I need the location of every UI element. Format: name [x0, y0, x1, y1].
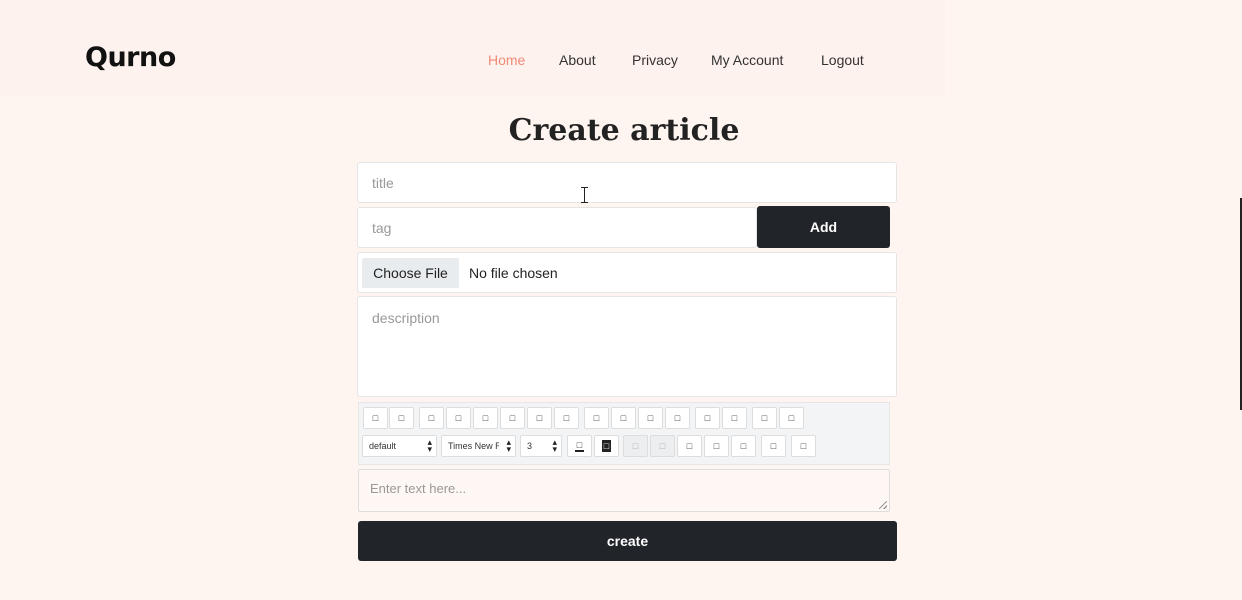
italic-icon[interactable]: □: [389, 407, 414, 429]
font-select-value: Times New Roman: [448, 441, 499, 451]
strikethrough-icon[interactable]: □: [446, 407, 471, 429]
underline-icon[interactable]: □: [419, 407, 444, 429]
highlight-color-icon[interactable]: □: [594, 435, 619, 457]
nav-privacy[interactable]: Privacy: [632, 52, 678, 68]
align-right-icon[interactable]: □: [638, 407, 663, 429]
text-cursor-icon: [581, 187, 588, 203]
nav-my-account[interactable]: My Account: [711, 52, 783, 68]
ordered-list-icon[interactable]: □: [527, 407, 552, 429]
select-arrows-icon: ▴ ▾: [506, 437, 511, 454]
font-select[interactable]: Times New Roman ▴▾: [441, 435, 516, 457]
undo-icon[interactable]: □: [623, 435, 648, 457]
table-icon[interactable]: □: [704, 435, 729, 457]
tag-input[interactable]: tag: [357, 207, 757, 248]
superscript-icon[interactable]: □: [473, 407, 498, 429]
tag-placeholder: tag: [372, 219, 392, 236]
editor-placeholder: Enter text here...: [370, 481, 467, 496]
outdent-icon[interactable]: □: [722, 407, 747, 429]
fullscreen-icon[interactable]: □: [791, 435, 816, 457]
description-textarea[interactable]: description: [357, 296, 897, 397]
file-status: No file chosen: [469, 265, 558, 281]
redo-icon[interactable]: □: [650, 435, 675, 457]
editor-toolbar: □ □ □ □ □ □ □ □ □ □ □ □ □ □ □ □ default …: [358, 402, 890, 465]
size-select-value: 3: [527, 441, 533, 451]
align-left-icon[interactable]: □: [584, 407, 609, 429]
page-title: Create article: [508, 113, 740, 148]
description-placeholder: description: [372, 310, 440, 326]
format-select[interactable]: default ▴ ▾: [362, 435, 437, 457]
subscript-icon[interactable]: □: [500, 407, 525, 429]
nav-logout[interactable]: Logout: [821, 52, 864, 68]
nav-about[interactable]: About: [559, 52, 596, 68]
title-placeholder: title: [372, 174, 394, 191]
code-icon[interactable]: □: [731, 435, 756, 457]
resize-grip-icon[interactable]: [879, 501, 887, 509]
file-input[interactable]: Choose File No file chosen: [357, 252, 897, 293]
clear-format-icon[interactable]: □: [761, 435, 786, 457]
size-select[interactable]: 3 ▴ ▾: [520, 435, 562, 457]
choose-file-button[interactable]: Choose File: [362, 258, 459, 288]
nav-home[interactable]: Home: [488, 52, 525, 68]
align-justify-icon[interactable]: □: [665, 407, 690, 429]
align-center-icon[interactable]: □: [611, 407, 636, 429]
editor-textarea[interactable]: Enter text here...: [358, 469, 890, 512]
image-icon[interactable]: □: [677, 435, 702, 457]
add-tag-button[interactable]: Add: [757, 206, 890, 248]
brand-logo[interactable]: Qurno: [85, 42, 176, 73]
create-button[interactable]: create: [358, 521, 897, 561]
unordered-list-icon[interactable]: □: [554, 407, 579, 429]
bold-icon[interactable]: □: [363, 407, 388, 429]
navbar: Qurno Home About Privacy My Account Logo…: [0, 0, 945, 96]
select-arrows-icon: ▴ ▾: [552, 437, 557, 454]
title-input[interactable]: title: [357, 162, 897, 203]
unlink-icon[interactable]: □: [779, 407, 804, 429]
font-color-icon[interactable]: □: [567, 435, 592, 457]
link-icon[interactable]: □: [752, 407, 777, 429]
format-select-value: default: [369, 441, 397, 451]
select-arrows-icon: ▴ ▾: [427, 437, 432, 454]
indent-icon[interactable]: □: [695, 407, 720, 429]
